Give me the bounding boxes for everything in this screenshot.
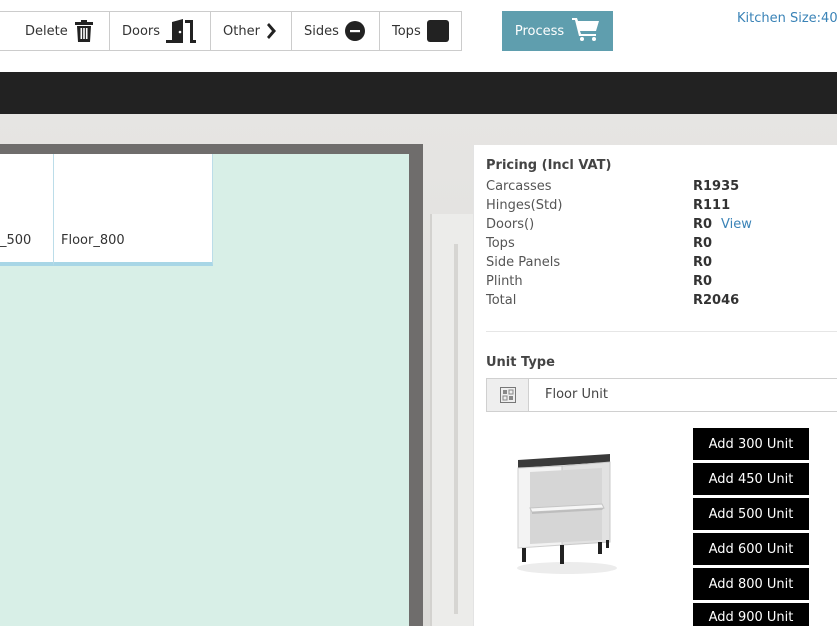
price-label: Total <box>486 293 517 308</box>
price-label: Tops <box>486 236 515 251</box>
price-row: Carcasses R1935 <box>486 179 826 198</box>
nav-bar <box>0 72 837 114</box>
door-icon <box>166 19 197 43</box>
price-label: Doors() <box>486 217 535 232</box>
cart-icon <box>572 17 600 45</box>
sides-button[interactable]: Sides <box>291 12 379 50</box>
price-row: Plinth R0 <box>486 274 826 293</box>
other-label: Other <box>223 23 260 39</box>
price-row: Doors() R0 View <box>486 217 826 236</box>
tops-label: Tops <box>392 23 421 39</box>
process-label: Process <box>514 23 565 39</box>
price-label: Plinth <box>486 274 523 289</box>
plan-unit-label: Floor_800 <box>61 233 125 248</box>
price-value: R2046 <box>693 293 740 308</box>
price-value: R0 <box>693 274 713 289</box>
doors-label: Doors <box>122 23 161 39</box>
price-row: Tops R0 <box>486 236 826 255</box>
price-value: R111 <box>693 198 731 213</box>
trash-icon <box>74 20 94 42</box>
unit-type-icon <box>487 379 529 411</box>
sides-label: Sides <box>304 23 339 39</box>
unit-type-label: Unit Type <box>486 355 555 370</box>
pricing-title: Pricing (Incl VAT) <box>486 158 612 173</box>
divider <box>486 331 837 332</box>
price-row: Side Panels R0 <box>486 255 826 274</box>
tool-group: Delete Doors Other Sides Tops <box>0 11 462 51</box>
unit-type-value: Floor Unit <box>545 387 608 402</box>
chevron-right-icon <box>266 23 276 39</box>
add-300-unit-button[interactable]: Add 300 Unit <box>693 428 809 460</box>
price-label: Carcasses <box>486 179 552 194</box>
tops-button[interactable]: Tops <box>379 12 461 50</box>
price-value: R0 <box>693 236 713 251</box>
price-row: Hinges(Std) R111 <box>486 198 826 217</box>
add-450-unit-button[interactable]: Add 450 Unit <box>693 463 809 495</box>
floor-unit-cabinet-image <box>512 450 622 575</box>
add-500-unit-button[interactable]: Add 500 Unit <box>693 498 809 530</box>
add-800-unit-button[interactable]: Add 800 Unit <box>693 568 809 600</box>
kitchen-plan-area[interactable]: _500 Floor_800 <box>0 154 409 626</box>
plan-unit-tile[interactable]: _500 <box>0 154 54 266</box>
price-value: R0 <box>693 255 713 270</box>
add-600-unit-button[interactable]: Add 600 Unit <box>693 533 809 565</box>
plan-unit-tile[interactable]: Floor_800 <box>54 154 213 266</box>
process-button[interactable]: Process <box>502 11 613 51</box>
price-row-total: Total R2046 <box>486 293 826 312</box>
pricing-panel: Pricing (Incl VAT) Carcasses R1935 Hinge… <box>473 145 837 626</box>
kitchen-size-link[interactable]: Kitchen Size:40 <box>737 11 837 26</box>
minus-circle-icon <box>344 21 365 41</box>
other-button[interactable]: Other <box>210 12 291 50</box>
toolbar: Delete Doors Other Sides Tops Process Ki… <box>0 0 837 72</box>
add-900-unit-button[interactable]: Add 900 Unit <box>693 603 809 626</box>
delete-label: Delete <box>25 23 68 39</box>
price-label: Side Panels <box>486 255 561 270</box>
view-doors-link[interactable]: View <box>721 217 752 232</box>
price-value: R0 <box>693 217 713 232</box>
price-label: Hinges(Std) <box>486 198 563 213</box>
delete-button[interactable]: Delete <box>0 12 109 50</box>
price-value: R1935 <box>693 179 740 194</box>
doors-button[interactable]: Doors <box>109 12 210 50</box>
square-icon <box>426 20 449 42</box>
unit-type-select[interactable]: Floor Unit <box>486 378 837 412</box>
plan-unit-label: _500 <box>0 233 32 248</box>
